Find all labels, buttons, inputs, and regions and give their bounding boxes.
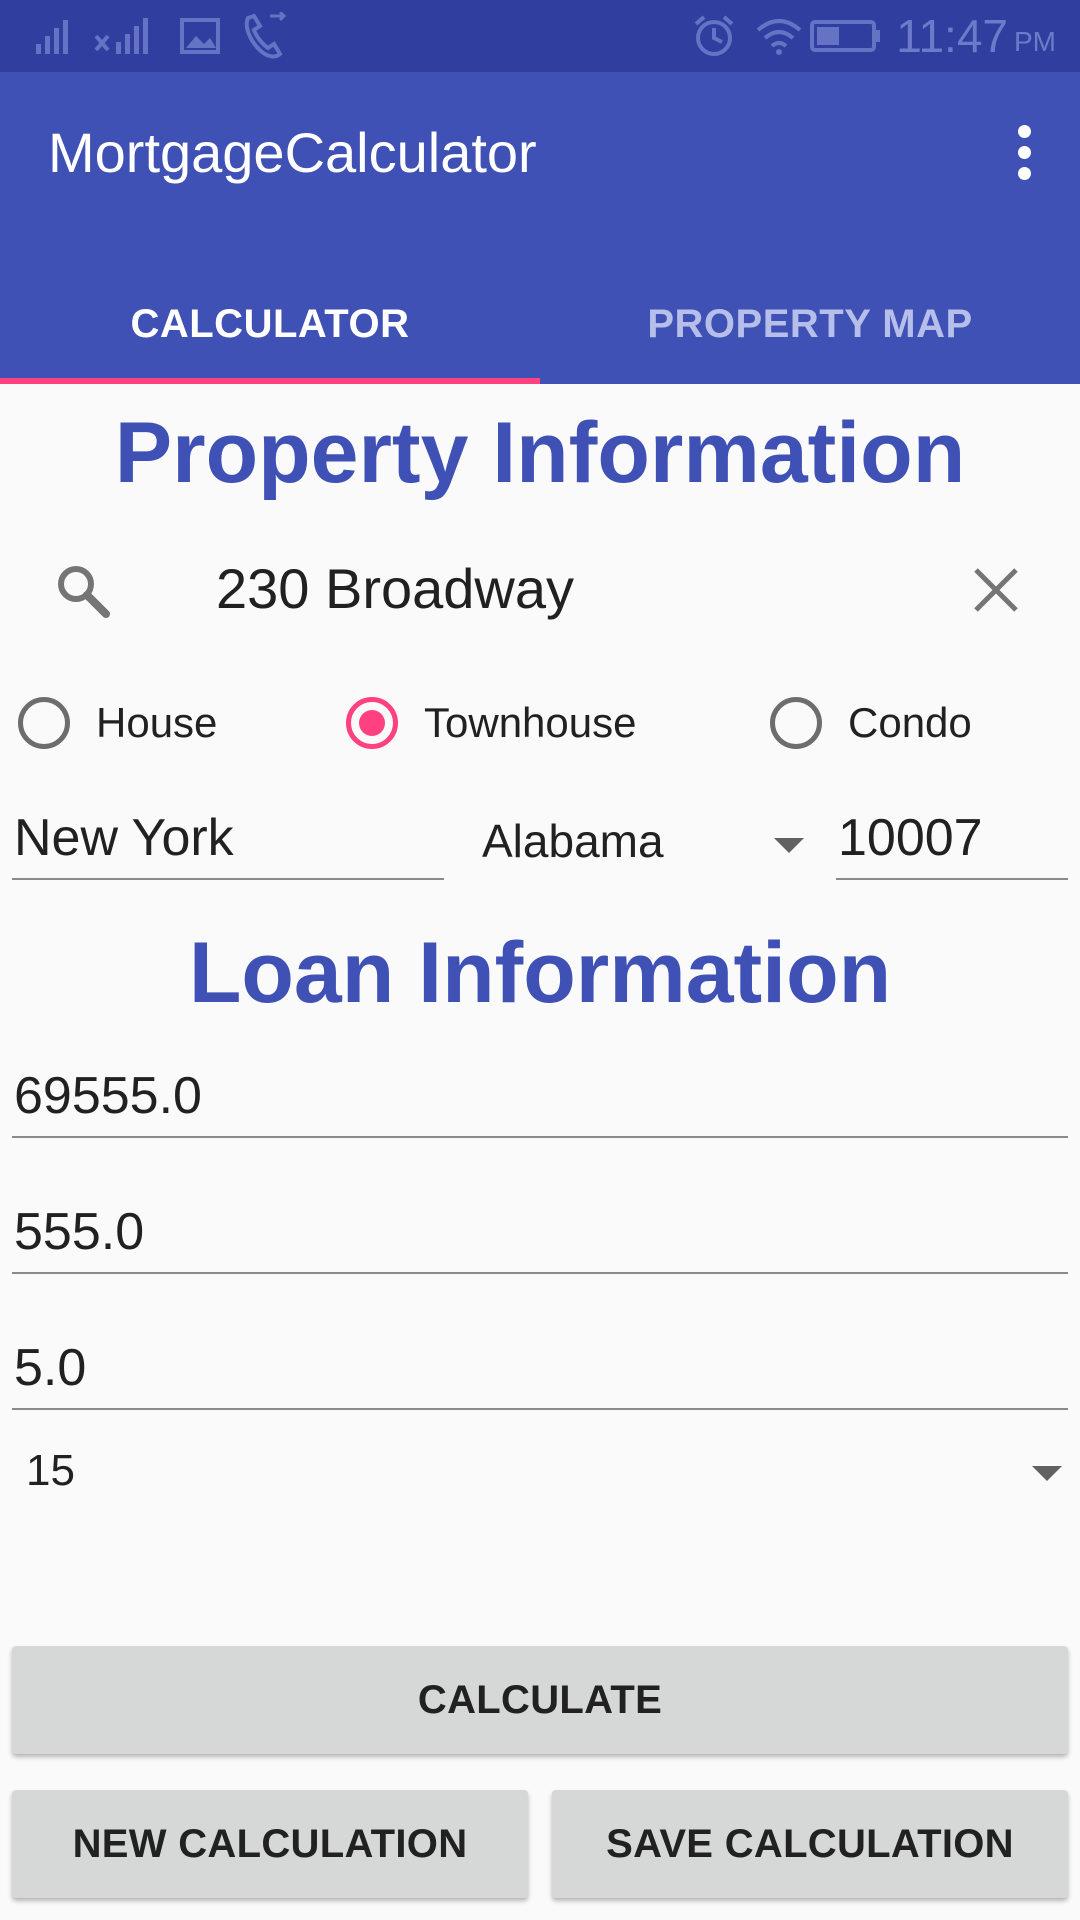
zip-value: 10007: [838, 809, 983, 867]
interest-rate-field[interactable]: 5.0: [12, 1322, 1068, 1410]
save-calculation-button[interactable]: SAVE CALCULATION: [552, 1790, 1068, 1898]
battery-icon: [810, 0, 882, 72]
image-icon: [180, 0, 220, 72]
loan-term-value: 15: [26, 1446, 75, 1495]
down-payment-field[interactable]: 555.0: [12, 1186, 1068, 1274]
tab-indicator: [0, 378, 540, 384]
signal-x-icon: [94, 0, 164, 72]
state-value: Alabama: [482, 815, 664, 867]
zip-field[interactable]: 10007: [836, 800, 1068, 880]
wifi-icon: [756, 0, 802, 72]
close-icon[interactable]: [968, 562, 1024, 618]
state-dropdown[interactable]: Alabama: [482, 808, 808, 874]
radio-townhouse[interactable]: Townhouse: [346, 690, 636, 756]
radio-circle: [770, 697, 822, 749]
loan-heading: Loan Information: [188, 925, 892, 1021]
loan-amount-field[interactable]: 69555.0: [12, 1050, 1068, 1138]
city-field[interactable]: New York: [12, 800, 444, 880]
signal-icon: [34, 0, 80, 72]
alarm-icon: [692, 0, 736, 72]
dropdown-arrow-icon: [774, 838, 804, 853]
radio-circle: [18, 697, 70, 749]
radio-circle-checked: [346, 697, 398, 749]
calculate-button[interactable]: CALCULATE: [12, 1646, 1068, 1754]
radio-house-label: House: [96, 699, 218, 746]
status-ampm: PM: [1014, 26, 1056, 57]
status-bar: 11:47 PM: [0, 0, 1080, 72]
radio-condo[interactable]: Condo: [770, 690, 972, 756]
call-icon: [240, 0, 290, 72]
tab-property-map[interactable]: PROPERTY MAP: [540, 264, 1080, 384]
new-calculation-button[interactable]: NEW CALCULATION: [12, 1790, 528, 1898]
radio-house[interactable]: House: [18, 690, 217, 756]
address-search-input[interactable]: 230 Broadway: [216, 556, 574, 621]
property-heading: Property Information: [114, 405, 966, 501]
dropdown-arrow-icon: [1032, 1466, 1062, 1481]
tab-calculator[interactable]: CALCULATOR: [0, 264, 540, 384]
radio-condo-label: Condo: [848, 699, 972, 746]
radio-townhouse-label: Townhouse: [424, 699, 637, 746]
status-time: 11:47 PM: [896, 0, 1056, 72]
search-icon: [52, 560, 112, 620]
down-payment-value: 555.0: [14, 1203, 145, 1261]
loan-amount-value: 69555.0: [14, 1067, 202, 1125]
city-value: New York: [14, 809, 234, 867]
interest-rate-value: 5.0: [14, 1339, 87, 1397]
loan-term-dropdown[interactable]: 15: [12, 1436, 1068, 1506]
app-title: MortgageCalculator: [48, 121, 537, 184]
status-time-value: 11:47: [896, 10, 1008, 62]
app-bar: MortgageCalculator CALCULATOR PROPERTY M…: [0, 72, 1080, 384]
more-vert-icon[interactable]: [994, 122, 1054, 182]
